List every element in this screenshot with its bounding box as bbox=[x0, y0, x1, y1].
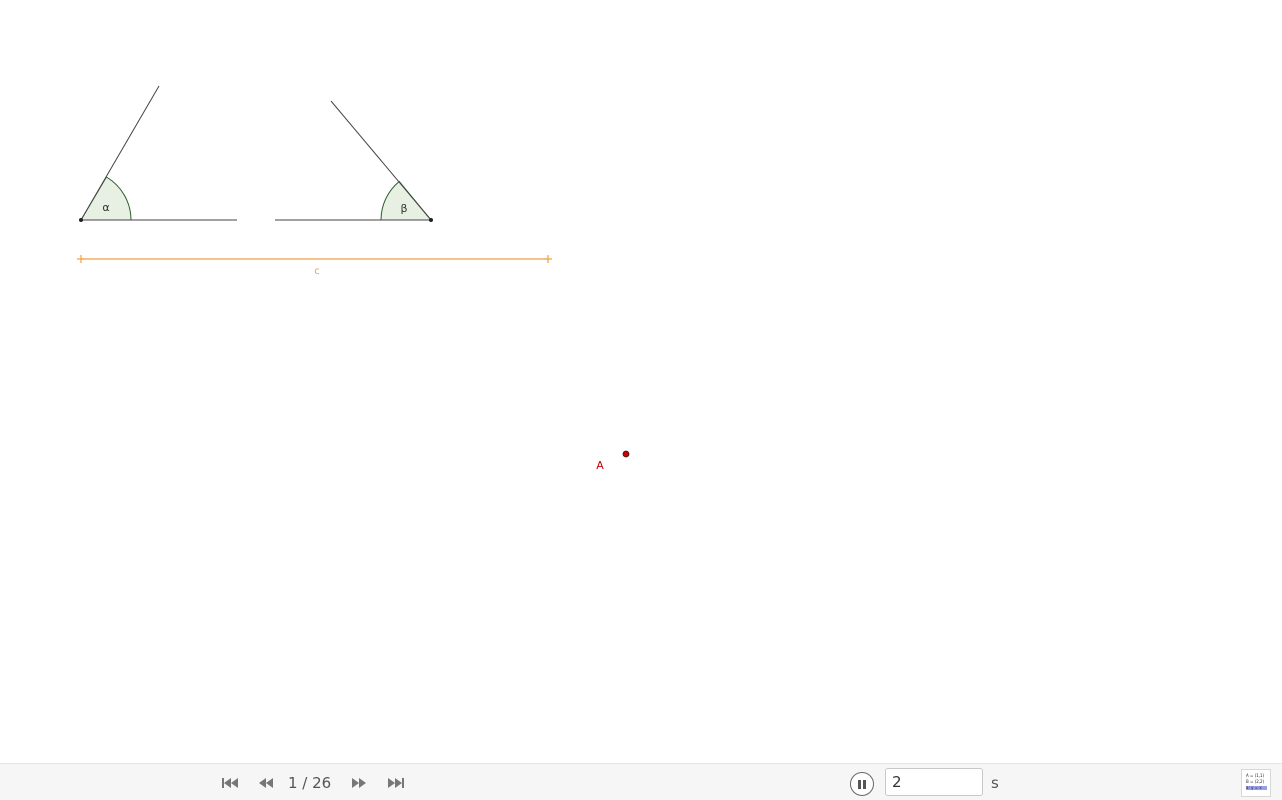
next-step-button[interactable] bbox=[348, 773, 370, 793]
pause-button[interactable] bbox=[850, 772, 874, 796]
angle-alpha-vertex[interactable] bbox=[79, 218, 83, 222]
algebra-icon-line: B = (2,2) bbox=[1246, 779, 1265, 784]
algebra-icon-line: A = (1,1) bbox=[1246, 773, 1265, 778]
angle-beta-group: β bbox=[275, 100, 433, 222]
skip-to-first-icon bbox=[222, 778, 238, 788]
angle-beta-label: β bbox=[400, 202, 407, 215]
construction-drawing: α β c A bbox=[77, 85, 630, 472]
point-a[interactable] bbox=[622, 450, 630, 458]
angle-alpha-group: α bbox=[79, 85, 237, 222]
skip-to-first-button[interactable] bbox=[219, 773, 241, 793]
speed-unit-label: s bbox=[991, 774, 999, 792]
skip-to-last-button[interactable] bbox=[385, 773, 407, 793]
construction-protocol-navigation-bar: 1 / 26 s A = (1,1) B = (2,2) a: y = x bbox=[0, 763, 1282, 800]
algebra-icon-line: a: y = x bbox=[1246, 786, 1267, 790]
graphics-view[interactable]: α β c A bbox=[0, 0, 1282, 763]
previous-step-button[interactable] bbox=[255, 773, 277, 793]
pause-icon bbox=[857, 779, 867, 789]
angle-beta-vertex[interactable] bbox=[429, 218, 433, 222]
rewind-icon bbox=[259, 778, 273, 788]
segment-c-label: c bbox=[314, 266, 320, 277]
skip-to-last-icon bbox=[388, 778, 404, 788]
segment-c-group: c bbox=[77, 255, 552, 277]
angle-beta-leg-ray[interactable] bbox=[330, 100, 432, 221]
step-counter: 1 / 26 bbox=[288, 774, 332, 792]
angle-alpha-label: α bbox=[102, 201, 109, 214]
point-a-label: A bbox=[596, 459, 604, 472]
fast-forward-icon bbox=[352, 778, 366, 788]
play-speed-input[interactable] bbox=[885, 768, 983, 796]
point-a-group: A bbox=[596, 450, 630, 472]
algebra-view-button[interactable]: A = (1,1) B = (2,2) a: y = x bbox=[1241, 769, 1271, 797]
